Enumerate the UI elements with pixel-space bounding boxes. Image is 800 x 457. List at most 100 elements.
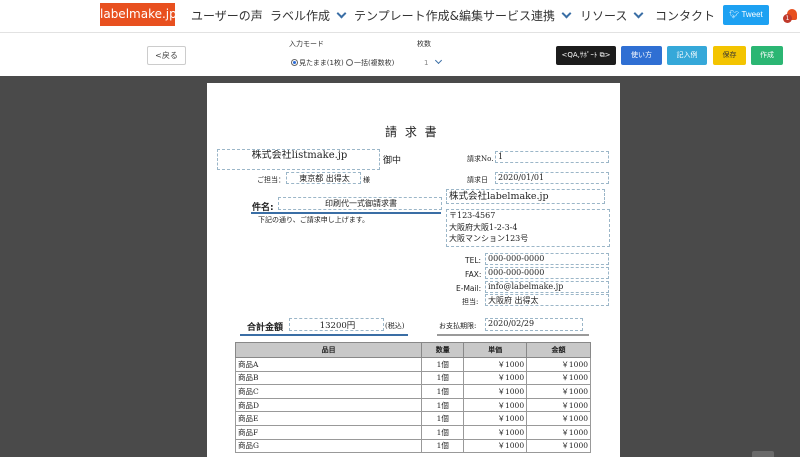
unit-price-cell[interactable]: ￥1000 [463,438,528,454]
amount-cell[interactable]: ￥1000 [526,357,591,372]
amount-cell[interactable]: ￥1000 [526,438,591,454]
nav-template-edit-label: テンプレート作成&編集 [354,9,483,23]
item-name-cell[interactable]: 商品D [234,397,423,413]
qa-support-button[interactable]: <QA,ｻﾎﾟｰﾄ ⧉> [556,46,616,65]
column-header: 単価 [463,342,528,358]
issuer-addr2: 大阪マンション123号 [449,234,529,243]
notification-badge: 1 [783,14,792,23]
tax-note: (税込) [385,322,405,330]
email-label: E-Mail: [456,284,482,293]
external-link-icon: ⧉ [599,51,605,59]
fax-field[interactable]: 000-000-0000 [485,267,609,279]
nav-resources[interactable]: リソース [580,7,644,24]
total-underline [240,334,408,336]
qty-cell[interactable]: 1個 [421,424,465,440]
unit-price-cell[interactable]: ￥1000 [463,357,528,372]
scroll-corner-tab[interactable] [752,451,774,457]
item-name-cell[interactable]: 商品C [234,384,423,399]
contact-name-field[interactable]: 東京都 出得太 [286,172,361,184]
qty-cell[interactable]: 1個 [421,438,465,454]
items-table: 品目 数量 単価 金額 商品A 1個 ￥1000 ￥1000 商品B 1個 ￥1… [234,342,591,454]
column-header: 金額 [526,342,591,358]
unit-price-cell[interactable]: ￥1000 [463,411,528,426]
nav-resources-label: リソース [580,9,628,23]
issuer-address-field[interactable]: 〒123-4567 大阪府大阪1-2-3-4 大阪マンション123号 [446,209,610,247]
table-row: 商品C 1個 ￥1000 ￥1000 [234,384,591,399]
chevron-down-icon [435,56,443,65]
unit-price-cell[interactable]: ￥1000 [463,397,528,413]
mode-radio-single[interactable]: 見たまま(1枚) [291,58,344,67]
invoice-no-label: 請求No. [467,155,494,163]
tel-field[interactable]: 000-000-0000 [485,253,609,265]
table-row: 商品G 1個 ￥1000 ￥1000 [234,438,591,454]
save-button[interactable]: 保存 [713,46,746,65]
tel-label: TEL: [465,256,482,265]
chevron-down-icon [633,8,644,19]
tweet-button[interactable]: 🐦︎ Tweet [723,5,769,25]
nav-template-edit[interactable]: テンプレート作成&編集 [354,7,483,24]
issuer-zip: 〒123-4567 [449,211,496,220]
item-name-cell[interactable]: 商品E [234,411,423,426]
nav-contact-label: コンタクト [655,9,716,23]
nav-integrations[interactable]: サービス連携 [483,7,572,24]
nav-label-create[interactable]: ラベル作成 [270,7,347,24]
total-label: 合計金額 [247,323,284,333]
table-row: 商品D 1個 ￥1000 ￥1000 [234,397,591,413]
table-header-row: 品目 数量 単価 金額 [234,342,591,358]
howto-button[interactable]: 使い方 [621,46,662,65]
nav-label-create-label: ラベル作成 [270,9,331,23]
chevron-down-icon [561,8,572,19]
rep-label: 担当: [462,298,479,306]
amount-cell[interactable]: ￥1000 [526,370,591,386]
nav-voices[interactable]: ユーザーの声 [191,7,263,24]
mode-radio-bulk[interactable]: 一括(複数枚) [345,58,395,67]
issuer-company-field[interactable]: 株式会社labelmake.jp [446,189,605,204]
unit-price-cell[interactable]: ￥1000 [463,370,528,386]
contact-label: ご担当： [257,176,285,184]
qty-cell[interactable]: 1個 [421,370,465,386]
invoice-no-field[interactable]: 1 [495,151,609,163]
unit-price-cell[interactable]: ￥1000 [463,384,528,399]
due-field[interactable]: 2020/02/29 [485,318,583,331]
count-label: 枚数 [417,40,431,48]
fax-label: FAX: [465,270,482,279]
contact-suffix: 様 [363,176,370,184]
rep-field[interactable]: 大阪府 出得太 [485,294,609,306]
item-name-cell[interactable]: 商品G [234,438,423,454]
count-value: 1 [424,59,429,67]
subject-underline [251,212,441,214]
nav-contact[interactable]: コンタクト [655,7,715,24]
amount-cell[interactable]: ￥1000 [526,424,591,440]
amount-cell[interactable]: ￥1000 [526,384,591,399]
amount-cell[interactable]: ￥1000 [526,411,591,426]
customer-field[interactable]: 株式会社listmake.jp [217,149,380,170]
qty-cell[interactable]: 1個 [421,411,465,426]
qty-cell[interactable]: 1個 [421,384,465,399]
radio-selected-icon [291,58,298,66]
site-logo[interactable]: labelmake.jp [100,3,177,26]
subject-field[interactable]: 印刷代一式御請求書 [278,197,442,210]
nav-integrations-label: サービス連携 [483,9,556,23]
email-field[interactable]: info@labelmake.jp [485,281,609,293]
unit-price-cell[interactable]: ￥1000 [463,424,528,440]
date-label: 請求日 [467,176,488,184]
date-field[interactable]: 2020/01/01 [495,172,609,184]
chevron-down-icon [336,8,347,19]
notification-bell[interactable]: 1 [783,9,797,23]
example-button[interactable]: 記入例 [667,46,707,65]
qty-cell[interactable]: 1個 [421,357,465,372]
total-field[interactable]: 13200円 [289,318,384,331]
radio-icon [345,58,353,66]
create-button[interactable]: 作成 [751,46,783,65]
twitter-bird-icon: 🐦︎ [729,10,742,19]
item-name-cell[interactable]: 商品F [234,424,423,440]
invoice-paper: 請 求 書 株式会社listmake.jp 御中 ご担当： 東京都 出得太 様 … [207,83,620,457]
item-name-cell[interactable]: 商品B [234,370,423,386]
item-name-cell[interactable]: 商品A [234,357,423,372]
count-select[interactable]: 1 [419,55,449,71]
column-header: 品目 [234,342,423,358]
back-button[interactable]: <戻る [147,46,186,65]
qty-cell[interactable]: 1個 [421,397,465,413]
mode-bulk-label: 一括(複数枚) [353,59,395,67]
amount-cell[interactable]: ￥1000 [526,397,591,413]
